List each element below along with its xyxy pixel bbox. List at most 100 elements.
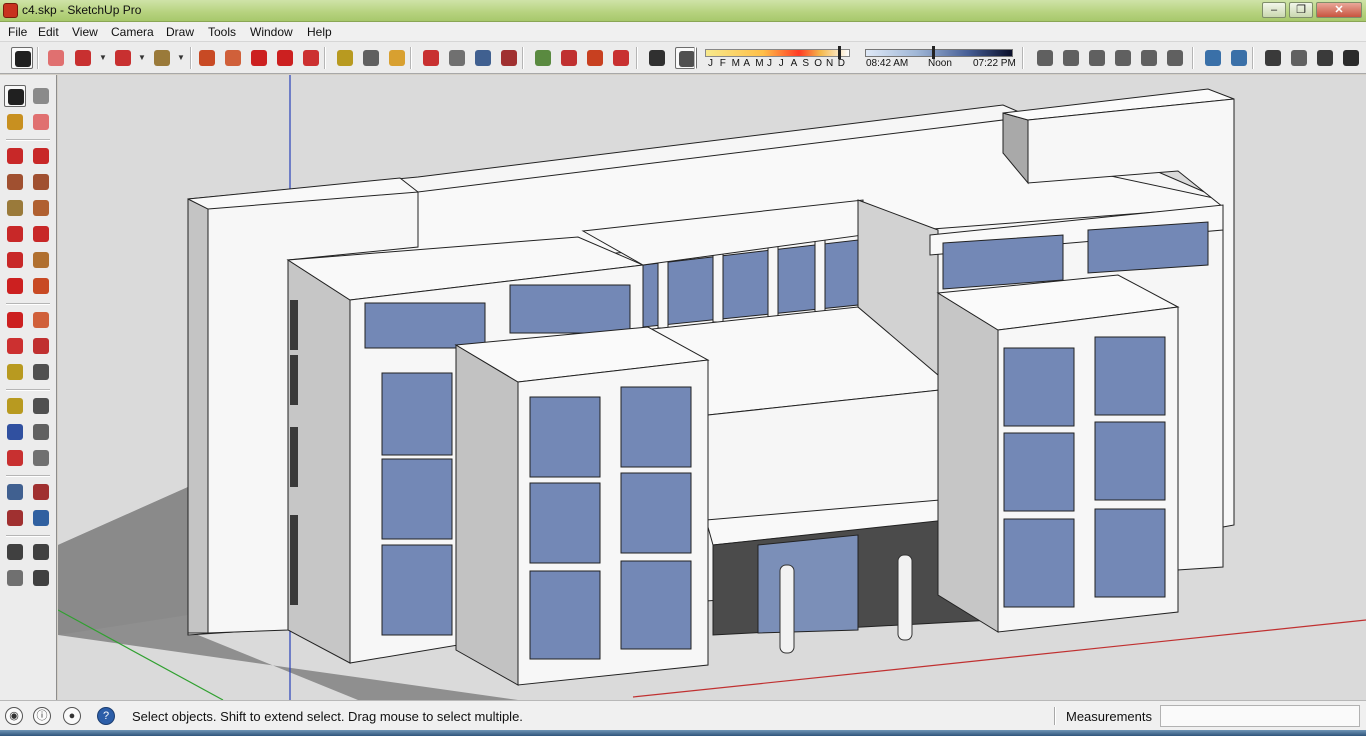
main-toolbar (0, 42, 1366, 74)
toolbar-eraser-button[interactable] (45, 47, 67, 69)
model-viewport[interactable] (58, 75, 1366, 700)
menu-draw[interactable]: Draw (166, 25, 194, 39)
left-tool-rotate-button[interactable] (4, 309, 26, 331)
toolbar-text-button[interactable] (360, 47, 382, 69)
menu-view[interactable]: View (72, 25, 98, 39)
toolbar-iso-view-button[interactable] (1034, 47, 1056, 69)
left-tool-3d-text-button[interactable] (30, 421, 52, 443)
toolbar-arc-button[interactable] (112, 47, 134, 69)
toolbar-right-view-button[interactable] (1112, 47, 1134, 69)
left-tool-two-point-arc-button[interactable] (30, 223, 52, 245)
left-tool-freehand-button[interactable] (30, 145, 52, 167)
left-tool-protractor-button[interactable] (4, 395, 26, 417)
left-tool-pie-button[interactable] (30, 249, 52, 271)
toolbar-left-view-button[interactable] (1164, 47, 1186, 69)
left-tool-line-button[interactable] (4, 145, 26, 167)
toolbar-paint-bucket-button[interactable] (386, 47, 408, 69)
left-tool-polygon-button[interactable] (30, 197, 52, 219)
left-tool-follow-me-button[interactable] (30, 309, 52, 331)
toolbar-pencil-line-button[interactable] (72, 47, 94, 69)
left-tool-zoom-window-button[interactable] (30, 481, 52, 503)
shadows-icon (649, 50, 665, 66)
toolbar-share-model-button[interactable] (558, 47, 580, 69)
toolbar-shadows-button[interactable] (646, 47, 668, 69)
toolbar-shaded-button[interactable] (1314, 47, 1336, 69)
scale-icon (7, 338, 23, 354)
measurements-input[interactable] (1160, 705, 1360, 727)
measurements-label: Measurements (1066, 709, 1152, 724)
left-tool-look-around-button[interactable] (30, 541, 52, 563)
toolbar-xray-button[interactable] (1202, 47, 1224, 69)
left-tool-paint-bucket-button[interactable] (4, 111, 26, 133)
toolbar-wireframe-button[interactable] (1262, 47, 1284, 69)
left-tool-tape-measure-button[interactable] (4, 361, 26, 383)
toolbar-rotate-button[interactable] (274, 47, 296, 69)
left-tool-offset-button[interactable] (30, 335, 52, 357)
arc-dropdown-arrow-icon[interactable]: ▼ (138, 53, 146, 62)
left-tool-text-button[interactable] (30, 395, 52, 417)
right-wing-upper-glass (942, 234, 1064, 290)
help-icon[interactable]: ? (97, 707, 115, 725)
left-tool-rotated-rectangle-button[interactable] (30, 171, 52, 193)
left-tool-rectangle-button[interactable] (4, 171, 26, 193)
toolbar-warehouse-button[interactable] (532, 47, 554, 69)
left-tool-zoom-button[interactable] (4, 481, 26, 503)
toolbar-shaded-textures-button[interactable] (1340, 47, 1362, 69)
toolbar-move-button[interactable] (248, 47, 270, 69)
left-tool-move-button[interactable] (4, 275, 26, 297)
menu-window[interactable]: Window (250, 25, 293, 39)
left-tool-walk-button[interactable] (4, 567, 26, 589)
toolbar-circle-button[interactable] (151, 47, 173, 69)
model-canvas[interactable] (58, 75, 1366, 700)
toolbar-hidden-line-button[interactable] (1288, 47, 1310, 69)
toolbar-follow-me-button[interactable] (222, 47, 244, 69)
toolbar-top-view-button[interactable] (1060, 47, 1082, 69)
menu-camera[interactable]: Camera (111, 25, 154, 39)
shadow-month-slider[interactable] (705, 49, 850, 57)
toolbar-orbit-button[interactable] (420, 47, 442, 69)
shadow-time-slider[interactable] (865, 49, 1013, 57)
left-tool-make-component-button[interactable] (30, 85, 52, 107)
toolbar-back-view-button[interactable] (1138, 47, 1160, 69)
toolbar-components-button[interactable] (584, 47, 606, 69)
toolbar-scale-button[interactable] (300, 47, 322, 69)
menu-file[interactable]: File (8, 25, 27, 39)
back-edges-icon (1231, 50, 1247, 66)
credits-icon[interactable]: ⓘ (33, 707, 51, 725)
toolbar-back-edges-button[interactable] (1228, 47, 1250, 69)
left-tool-axes-button[interactable] (4, 421, 26, 443)
pencil-dropdown-arrow-icon[interactable]: ▼ (99, 53, 107, 62)
left-tool-zoom-extents-button[interactable] (4, 507, 26, 529)
left-tool-eraser-button[interactable] (30, 111, 52, 133)
toolbar-front-view-button[interactable] (1086, 47, 1108, 69)
left-tool-orbit-button[interactable] (4, 447, 26, 469)
left-tool-arc-button[interactable] (4, 223, 26, 245)
toolbar-separator (694, 47, 696, 69)
menu-edit[interactable]: Edit (38, 25, 59, 39)
toolbar-tape-measure-button[interactable] (334, 47, 356, 69)
left-tool-pan-button[interactable] (30, 447, 52, 469)
shape-dropdown-arrow-icon[interactable]: ▼ (177, 53, 185, 62)
toolbar-extension-button[interactable] (610, 47, 632, 69)
toolbar-pan-button[interactable] (446, 47, 468, 69)
left-tool-previous-view-button[interactable] (30, 507, 52, 529)
left-tool-select-arrow-button[interactable] (4, 85, 26, 107)
left-tool-section-plane-button[interactable] (30, 567, 52, 589)
toolbar-push-pull-button[interactable] (196, 47, 218, 69)
toolbar-zoom-extents-button[interactable] (498, 47, 520, 69)
left-tool-three-point-arc-button[interactable] (4, 249, 26, 271)
left-tool-position-camera-button[interactable] (4, 541, 26, 563)
geolocation-icon[interactable]: ◉ (5, 707, 23, 725)
left-tool-dimension-button[interactable] (30, 361, 52, 383)
left-tool-push-pull-button[interactable] (30, 275, 52, 297)
toolbar-select-arrow-button[interactable] (11, 47, 33, 69)
close-button[interactable]: ✕ (1316, 2, 1362, 18)
minimize-button[interactable]: – (1262, 2, 1286, 18)
maximize-button[interactable]: ❐ (1289, 2, 1313, 18)
menu-help[interactable]: Help (307, 25, 332, 39)
left-tool-circle-button[interactable] (4, 197, 26, 219)
left-tool-scale-button[interactable] (4, 335, 26, 357)
menu-tools[interactable]: Tools (208, 25, 236, 39)
user-icon[interactable]: ● (63, 707, 81, 725)
toolbar-zoom-button[interactable] (472, 47, 494, 69)
